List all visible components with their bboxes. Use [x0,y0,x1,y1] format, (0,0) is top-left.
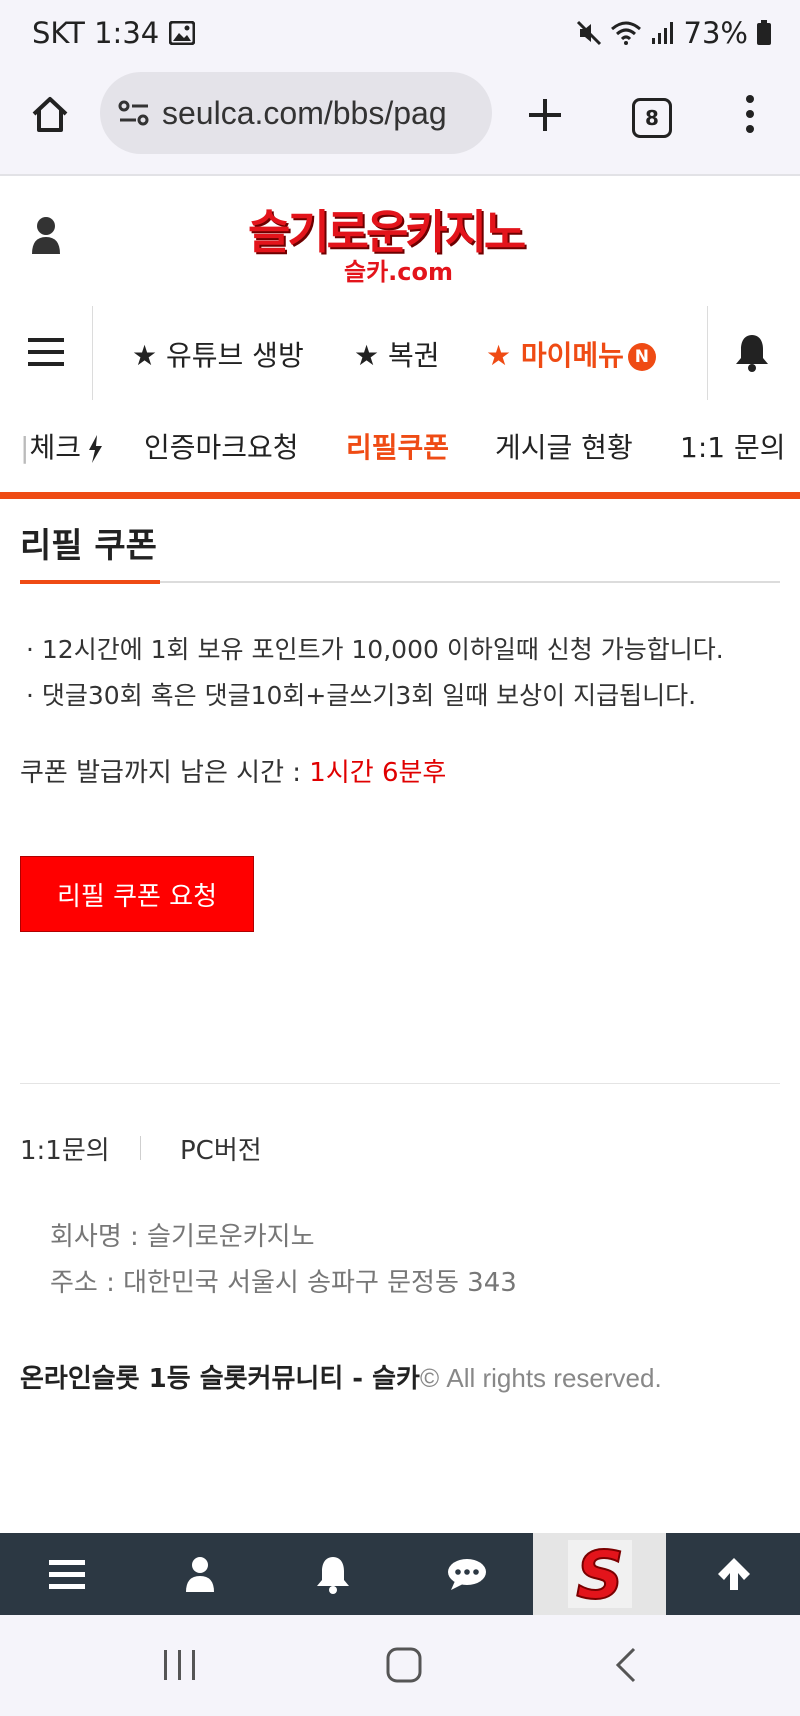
lightning-icon [88,435,102,463]
remaining-time-label: 쿠폰 발급까지 남은 시간 : [20,758,310,788]
recent-apps-icon[interactable] [162,1649,198,1681]
bell-icon[interactable] [734,332,770,372]
status-bar: SKT 1:34 73% [0,0,800,70]
my-menu-label: ★ 마이메뉴 [486,339,624,372]
sub-nav-item-post-status[interactable]: 게시글 현황 [495,426,633,466]
page-title: 리필 쿠폰 [20,526,157,566]
company-address: 주소 : 대한민국 서울시 송파구 문정동 343 [50,1268,517,1298]
notice-line: · 댓글30회 혹은 댓글10회+글쓰기3회 일때 보상이 지급됩니다. [26,681,697,710]
sub-nav-item-check[interactable]: |체크 [20,426,103,466]
new-badge: N [627,343,656,371]
battery-icon [757,20,771,45]
title-accent-bar [20,580,160,584]
bottom-toolbar: S [0,1533,800,1615]
bell-icon [316,1557,349,1594]
footer-separator [140,1136,141,1160]
remaining-time: 쿠폰 발급까지 남은 시간 : 1시간 6분후 [20,752,446,789]
site-header: 슬기로운카지노 슬카.com [0,176,800,307]
nav-item-youtube-live[interactable]: ★ 유튜브 생방 [132,334,304,374]
gallery-icon [169,21,196,45]
copyright-notice: © All rights reserved. [419,1363,662,1393]
user-icon [185,1557,214,1592]
logo-letter: S [576,1540,624,1608]
main-nav: ★ 유튜브 생방 ★ 복권 ★ 마이메뉴 N [0,306,800,401]
menu-icon[interactable] [28,336,64,368]
menu-icon [48,1560,85,1589]
sub-nav-item-inquiry[interactable]: 1:1 문의 [680,426,785,466]
footer-divider [20,1083,780,1084]
bottom-menu-button[interactable] [0,1533,133,1615]
user-icon[interactable] [30,216,62,254]
remaining-time-value: 1시간 6분후 [309,758,447,788]
check-label: 체크 [29,431,81,464]
company-name: 회사명 : 슬기로운카지노 [50,1222,315,1252]
sub-nav-item-cert-mark[interactable]: 인증마크요청 [144,426,299,466]
footer-link-pc-version[interactable]: PC버전 [180,1130,262,1167]
request-refill-coupon-button[interactable]: 리필 쿠폰 요청 [20,856,254,932]
tab-switcher-button[interactable]: 8 [632,98,672,138]
notice-line: · 12시간에 1회 보유 포인트가 10,000 이하일때 신청 가능합니다. [26,635,724,664]
home-nav-icon[interactable] [386,1647,422,1683]
signal-icon [651,22,673,44]
sub-nav-item-refill-coupon[interactable]: 리필쿠폰 [346,426,449,466]
new-tab-icon[interactable] [526,96,564,134]
bottom-chat-button[interactable] [400,1533,533,1615]
more-options-icon[interactable] [740,94,760,134]
browser-toolbar: seulca.com/bbs/pag 8 [0,70,800,176]
url-text: seulca.com/bbs/pag [162,94,447,131]
address-bar[interactable]: seulca.com/bbs/pag [100,72,492,154]
scroll-to-top-button[interactable] [667,1533,800,1615]
copyright-site: 온라인슬롯 1등 슬롯커뮤니티 - 슬카 [20,1364,420,1394]
arrow-up-icon [717,1558,750,1590]
bottom-logo-button[interactable]: S [533,1533,666,1615]
sub-nav: |체크 인증마크요청 리필쿠폰 게시글 현황 1:1 문의 [0,400,800,499]
mute-icon [576,20,601,46]
back-icon[interactable] [614,1647,638,1683]
logo-sub-text: 슬카.com [344,258,453,286]
nav-item-my-menu[interactable]: ★ 마이메뉴 N [486,334,656,374]
carrier-time: SKT 1:34 [32,16,160,50]
bottom-notification-button[interactable] [266,1533,399,1615]
seulca-logo-icon: S [567,1540,632,1608]
battery-percent: 73% [683,16,748,50]
copyright: 온라인슬롯 1등 슬롯커뮤니티 - 슬카© All rights reserve… [20,1358,662,1395]
nav-divider [707,306,708,400]
bottom-user-button[interactable] [133,1533,266,1615]
home-icon[interactable] [30,94,70,134]
site-settings-icon[interactable] [118,98,150,128]
footer-link-inquiry[interactable]: 1:1문의 [20,1130,110,1167]
chat-icon [447,1559,486,1590]
tab-count: 8 [645,106,659,130]
system-nav-bar [0,1615,800,1716]
wifi-icon [610,21,641,45]
nav-divider [92,306,93,400]
nav-item-lottery[interactable]: ★ 복권 [354,334,440,374]
